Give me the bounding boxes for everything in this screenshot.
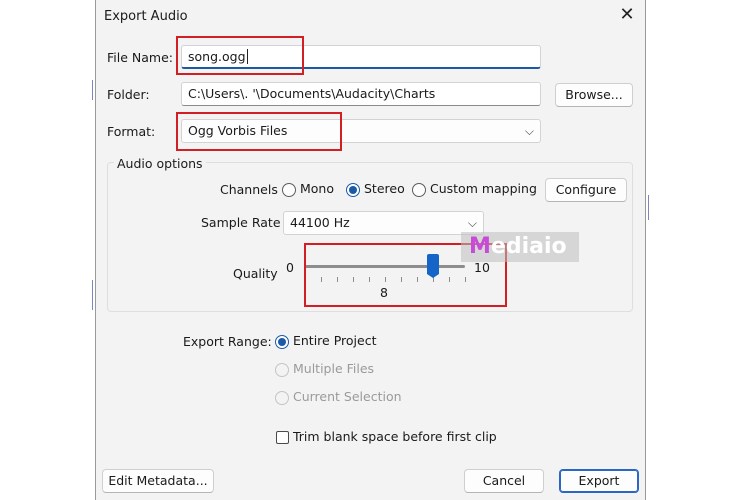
mono-label: Mono <box>299 181 334 196</box>
export-range-option-multiple[interactable]: Multiple Files <box>275 361 374 377</box>
sample-rate-select[interactable]: 44100 Hz ⌵ <box>283 211 484 235</box>
custom-mapping-label: Custom mapping <box>429 181 537 196</box>
sample-rate-value: 44100 Hz <box>290 215 350 230</box>
export-button[interactable]: Export <box>559 469 639 493</box>
cancel-button[interactable]: Cancel <box>464 469 544 493</box>
current-selection-label: Current Selection <box>292 389 402 404</box>
browse-button[interactable]: Browse... <box>555 83 633 107</box>
sample-rate-label: Sample Rate <box>201 215 281 230</box>
background-left <box>0 0 95 500</box>
file-name-highlight <box>176 36 304 75</box>
background-edge-left-lower <box>92 280 93 310</box>
multiple-files-label: Multiple Files <box>292 361 375 376</box>
close-icon[interactable]: ✕ <box>616 4 638 26</box>
channel-option-custom[interactable]: Custom mapping <box>412 181 537 197</box>
stereo-radio[interactable] <box>346 182 360 197</box>
background-edge-left <box>92 80 93 100</box>
audio-options-title: Audio options <box>114 156 206 171</box>
format-label: Format: <box>107 124 156 139</box>
folder-value: C:\Users\. '\Documents\Audacity\Charts <box>188 86 436 101</box>
chevron-down-icon: ⌵ <box>524 124 534 138</box>
export-range-label: Export Range: <box>183 334 272 349</box>
file-name-label: File Name: <box>107 50 173 65</box>
mediaio-watermark: Mediaio <box>461 232 579 262</box>
background-edge-right <box>648 195 649 220</box>
export-range-option-selection[interactable]: Current Selection <box>275 389 402 405</box>
channel-option-mono[interactable]: Mono <box>282 181 334 197</box>
quality-label: Quality <box>233 266 278 281</box>
entire-project-label: Entire Project <box>292 333 377 348</box>
trim-option[interactable]: Trim blank space before first clip <box>276 429 497 444</box>
entire-project-radio[interactable] <box>275 334 289 349</box>
configure-button[interactable]: Configure <box>545 178 627 202</box>
chevron-down-icon: ⌵ <box>467 216 477 230</box>
trim-checkbox[interactable] <box>276 431 289 444</box>
folder-label: Folder: <box>107 87 150 102</box>
current-selection-radio[interactable] <box>275 390 289 405</box>
folder-input[interactable]: C:\Users\. '\Documents\Audacity\Charts <box>181 82 541 106</box>
channels-label: Channels <box>220 182 278 197</box>
multiple-files-radio[interactable] <box>275 362 289 377</box>
stereo-label: Stereo <box>363 181 405 196</box>
custom-mapping-radio[interactable] <box>412 182 426 197</box>
background-right <box>645 0 755 500</box>
quality-min-label: 0 <box>286 260 294 275</box>
mono-radio[interactable] <box>282 182 296 197</box>
export-audio-dialog: Export Audio ✕ File Name: song.ogg Folde… <box>95 0 646 500</box>
channel-option-stereo[interactable]: Stereo <box>346 181 405 197</box>
edit-metadata-button[interactable]: Edit Metadata... <box>102 469 214 493</box>
format-highlight <box>176 112 342 151</box>
dialog-title: Export Audio <box>104 9 188 24</box>
trim-label: Trim blank space before first clip <box>292 429 497 444</box>
export-range-option-entire[interactable]: Entire Project <box>275 333 376 349</box>
